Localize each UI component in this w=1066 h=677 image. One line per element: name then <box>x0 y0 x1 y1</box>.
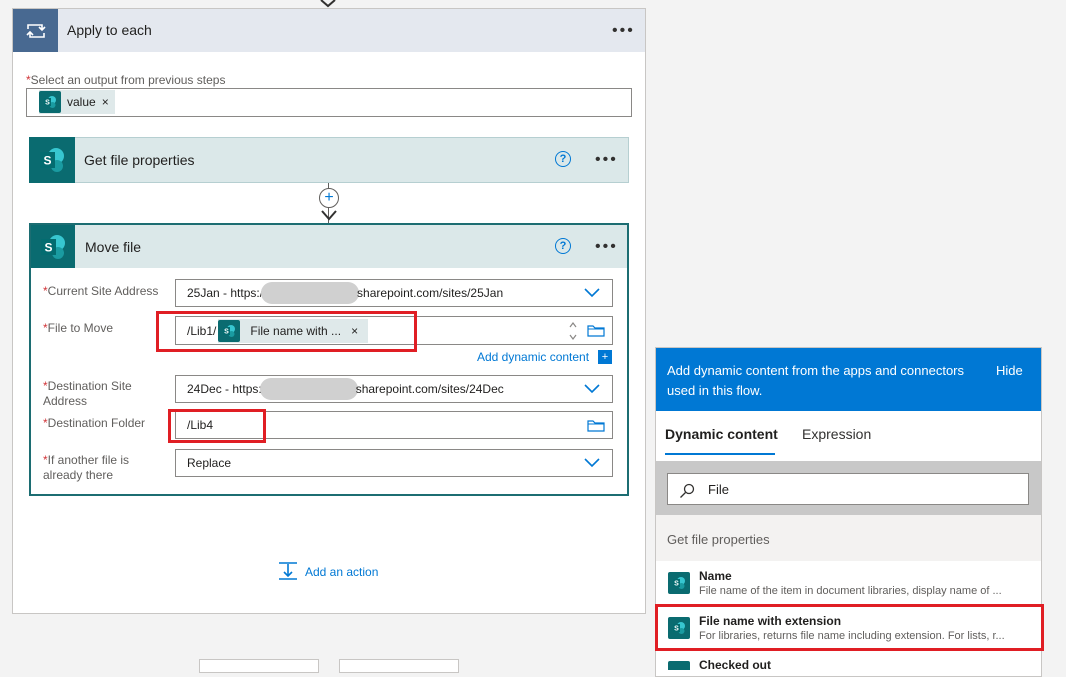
dynamic-item-desc: File name of the item in document librar… <box>699 585 1002 597</box>
highlight-box <box>156 311 417 352</box>
redacted-blur <box>261 282 360 304</box>
add-an-action-link[interactable]: Add an action <box>305 565 378 579</box>
destination-folder-label-text: Destination Folder <box>47 416 146 430</box>
dynamic-search-input[interactable]: File <box>667 473 1029 505</box>
active-tab-indicator <box>665 453 775 455</box>
svg-text:S: S <box>44 240 52 254</box>
select-output-input[interactable]: S value × <box>26 88 632 117</box>
dynamic-item-checked-out[interactable]: Checked out <box>656 651 1041 670</box>
bottom-button[interactable] <box>339 659 459 673</box>
apply-to-each-title: Apply to each <box>67 22 152 38</box>
loop-icon <box>13 9 58 52</box>
redacted-blur <box>259 378 358 400</box>
more-options-icon[interactable]: ••• <box>595 152 618 168</box>
add-action-icon[interactable] <box>278 561 298 581</box>
current-site-dropdown[interactable]: 25Jan - https:/ sharepoint.com/sites/25Ja… <box>175 279 613 307</box>
chevron-down-icon[interactable] <box>584 384 600 394</box>
chevron-down-icon[interactable] <box>584 288 600 298</box>
current-site-value-prefix: 25Jan - https:/ <box>187 286 264 300</box>
file-to-move-label-text: File to Move <box>47 321 114 335</box>
hide-button[interactable]: Hide <box>996 363 1023 378</box>
destination-site-dropdown[interactable]: 24Dec - https: sharepoint.com/sites/24Dec <box>175 375 613 403</box>
folder-icon[interactable] <box>587 325 605 337</box>
group-header-label: Get file properties <box>667 532 770 547</box>
destination-site-value-prefix: 24Dec - https: <box>187 382 262 396</box>
dynamic-item-title: Name <box>699 569 732 583</box>
if-another-file-value: Replace <box>187 456 232 470</box>
get-file-properties-title: Get file properties <box>84 152 195 168</box>
flow-arrow-icon <box>320 0 336 8</box>
sharepoint-icon: S <box>39 91 61 113</box>
bottom-button[interactable] <box>199 659 319 673</box>
sharepoint-icon: S <box>31 225 75 268</box>
help-icon[interactable]: ? <box>555 151 571 167</box>
svg-text:S: S <box>45 100 50 107</box>
if-another-file-label-text: If another file is already there <box>43 453 130 482</box>
add-dynamic-content-link[interactable]: Add dynamic content <box>477 350 589 364</box>
svg-text:S: S <box>674 581 679 588</box>
select-output-label-text: Select an output from previous steps <box>30 73 226 87</box>
tab-dynamic-content[interactable]: Dynamic content <box>665 426 778 442</box>
search-icon <box>680 483 695 498</box>
dynamic-panel-header-text: Add dynamic content from the apps and co… <box>667 363 965 398</box>
current-site-value-suffix: sharepoint.com/sites/25Jan <box>357 286 504 300</box>
more-options-icon[interactable]: ••• <box>595 239 618 255</box>
scroll-arrows-icon[interactable] <box>568 320 578 342</box>
destination-site-label: *Destination Site Address <box>43 379 158 409</box>
help-icon[interactable]: ? <box>555 238 571 254</box>
add-dynamic-content-plus-icon[interactable]: + <box>598 350 612 364</box>
search-value: File <box>708 482 729 497</box>
highlight-box <box>168 409 266 443</box>
sharepoint-icon: S <box>29 137 75 183</box>
current-site-label: *Current Site Address <box>43 284 168 299</box>
tab-expression[interactable]: Expression <box>802 426 871 442</box>
select-output-label: *Select an output from previous steps <box>26 73 225 87</box>
sharepoint-icon: S <box>668 572 690 594</box>
dynamic-item-title: Checked out <box>699 658 772 670</box>
if-another-file-label: *If another file is already there <box>43 453 158 483</box>
sharepoint-icon <box>668 661 690 670</box>
remove-token-icon[interactable]: × <box>102 95 115 109</box>
move-file-title: Move file <box>85 239 142 255</box>
value-token[interactable]: S value × <box>39 90 115 114</box>
highlight-box <box>655 604 1044 651</box>
svg-text:S: S <box>43 154 51 168</box>
down-arrow-icon <box>321 210 337 221</box>
insert-step-button[interactable]: + <box>319 188 339 208</box>
destination-site-value-suffix: sharepoint.com/sites/24Dec <box>355 382 504 396</box>
value-token-label: value <box>67 95 96 109</box>
folder-icon[interactable] <box>587 420 605 432</box>
current-site-label-text: Current Site Address <box>47 284 159 298</box>
more-options-icon[interactable]: ••• <box>612 23 635 39</box>
destination-folder-label: *Destination Folder <box>43 416 168 431</box>
if-another-file-dropdown[interactable]: Replace <box>175 449 613 477</box>
destination-site-label-text: Destination Site Address <box>43 379 132 408</box>
dynamic-item-name[interactable]: S Name File name of the item in document… <box>656 561 1041 604</box>
chevron-down-icon[interactable] <box>584 458 600 468</box>
file-to-move-label: *File to Move <box>43 321 168 336</box>
